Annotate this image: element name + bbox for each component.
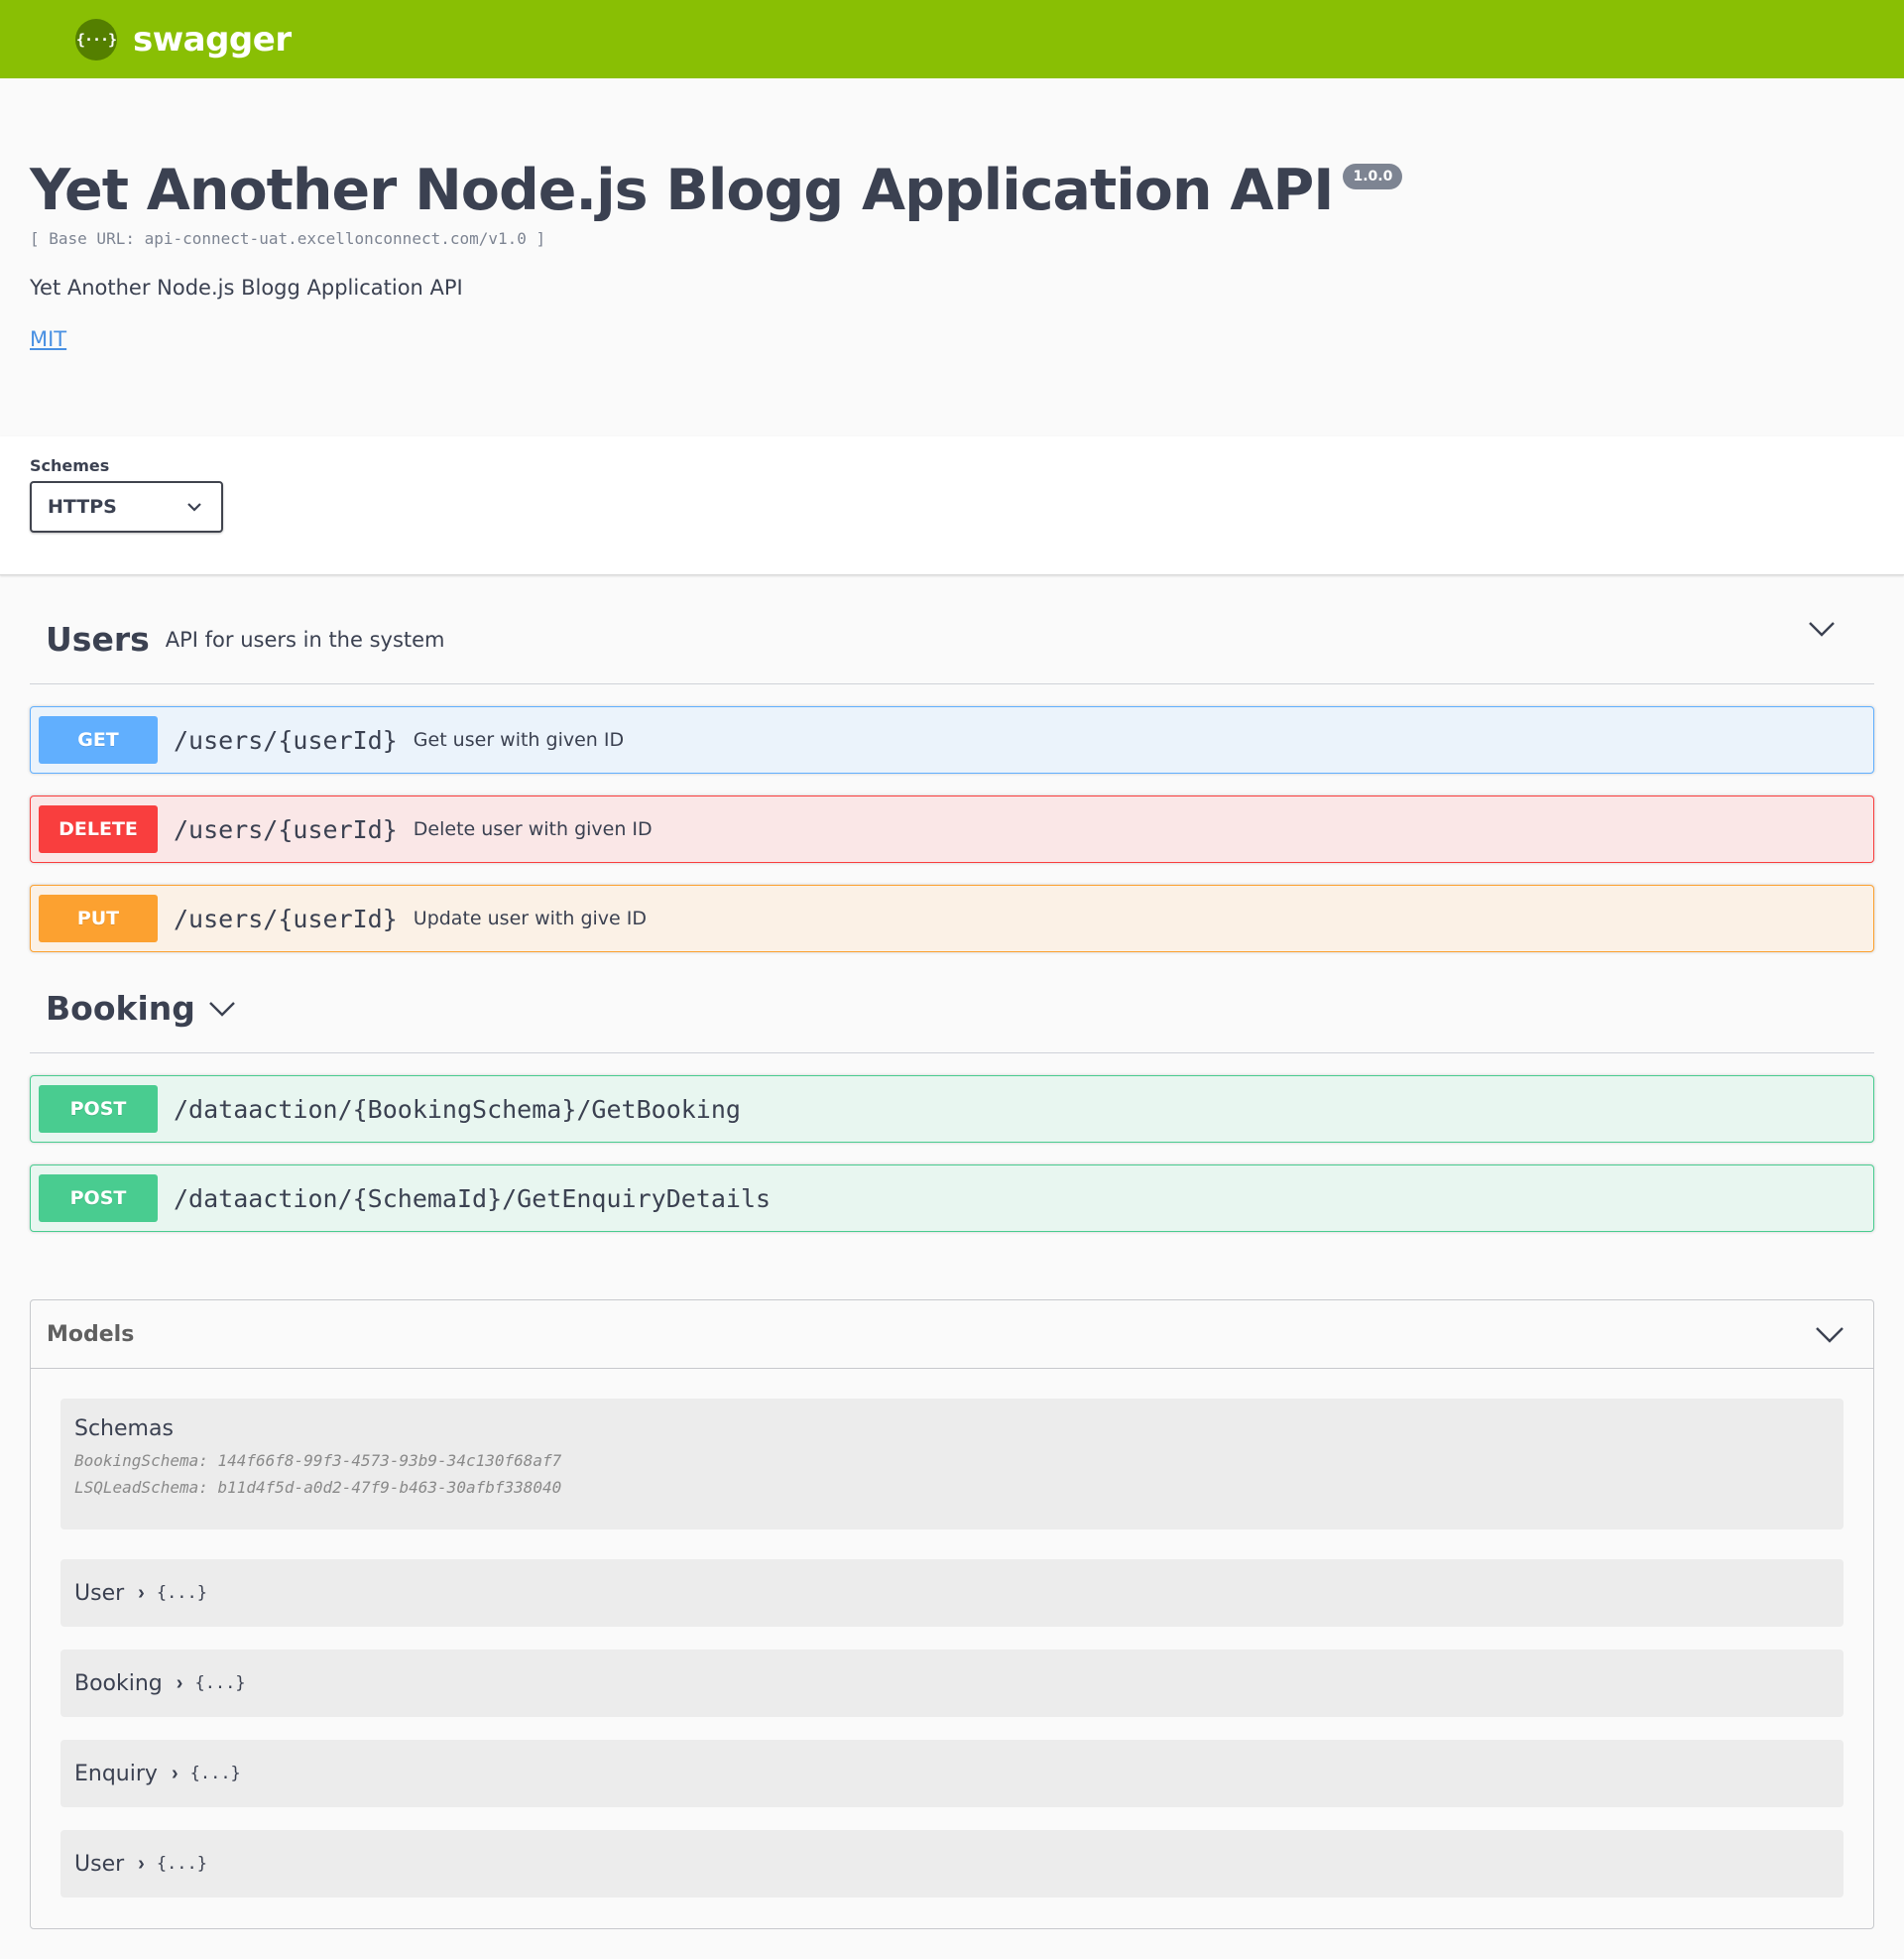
tag-description: API for users in the system (165, 627, 445, 652)
tag-section-booking: Booking POST /dataaction/{BookingSchema}… (30, 964, 1874, 1232)
model-collapsed-brace: {...} (194, 1673, 246, 1693)
api-description: Yet Another Node.js Blogg Application AP… (30, 276, 463, 300)
operation-path: /users/{userId} (174, 725, 398, 755)
swagger-logo-icon[interactable]: {···} (75, 18, 117, 61)
operation-post-get-booking[interactable]: POST /dataaction/{BookingSchema}/GetBook… (30, 1075, 1874, 1143)
model-name: User (74, 1580, 125, 1606)
operation-path: /dataaction/{SchemaId}/GetEnquiryDetails (174, 1183, 772, 1213)
schemes-section: Schemes HTTPS (0, 436, 1904, 575)
operation-path: /dataaction/{BookingSchema}/GetBooking (174, 1094, 741, 1124)
models-body: Schemas BookingSchema: 144f66f8-99f3-457… (31, 1369, 1873, 1898)
schemas-box: Schemas BookingSchema: 144f66f8-99f3-457… (60, 1399, 1844, 1530)
tag-section-users: Users API for users in the system GET /u… (30, 595, 1874, 952)
api-info: Yet Another Node.js Blogg Application AP… (0, 78, 1904, 436)
model-user[interactable]: User › {...} (60, 1559, 1844, 1627)
operation-summary: Get user with given ID (413, 729, 625, 751)
operation-delete-user[interactable]: DELETE /users/{userId} Delete user with … (30, 796, 1874, 863)
schema-line: BookingSchema: 144f66f8-99f3-4573-93b9-3… (74, 1451, 562, 1470)
schemes-label: Schemes (30, 456, 110, 475)
model-user-2[interactable]: User › {...} (60, 1830, 1844, 1898)
models-header[interactable]: Models (31, 1300, 1873, 1369)
method-badge: GET (39, 716, 158, 764)
model-booking[interactable]: Booking › {...} (60, 1650, 1844, 1717)
operation-get-user[interactable]: GET /users/{userId} Get user with given … (30, 706, 1874, 774)
schemes-select[interactable]: HTTPS (30, 481, 223, 533)
model-name: User (74, 1851, 125, 1877)
schemas-title: Schemas (74, 1416, 174, 1441)
operation-summary: Update user with give ID (413, 908, 648, 929)
operation-path: /users/{userId} (174, 904, 398, 933)
tag-header-booking[interactable]: Booking (30, 964, 1874, 1053)
chevron-right-icon[interactable]: › (172, 1763, 178, 1785)
method-badge: POST (39, 1174, 158, 1222)
method-badge: POST (39, 1085, 158, 1133)
version-badge: 1.0.0 (1343, 164, 1403, 189)
chevron-down-icon[interactable] (1809, 621, 1835, 637)
models-section: Models Schemas BookingSchema: 144f66f8-9… (30, 1299, 1874, 1929)
model-enquiry[interactable]: Enquiry › {...} (60, 1740, 1844, 1807)
chevron-right-icon[interactable]: › (138, 1582, 145, 1605)
api-title: Yet Another Node.js Blogg Application AP… (30, 158, 1334, 223)
operation-put-user[interactable]: PUT /users/{userId} Update user with giv… (30, 885, 1874, 952)
topbar: {···} swagger (0, 0, 1904, 78)
tag-header-users[interactable]: Users API for users in the system (30, 595, 1874, 684)
tag-name: Booking (46, 989, 195, 1028)
tag-name: Users (46, 620, 150, 659)
model-name: Enquiry (74, 1761, 158, 1786)
model-collapsed-brace: {...} (156, 1583, 208, 1603)
base-url: [ Base URL: api-connect-uat.excellonconn… (30, 229, 546, 248)
operation-path: /users/{userId} (174, 814, 398, 844)
chevron-down-icon (187, 502, 201, 512)
chevron-down-icon[interactable] (1816, 1326, 1844, 1343)
chevron-down-icon[interactable] (209, 1001, 235, 1017)
method-badge: DELETE (39, 805, 158, 853)
swagger-brand[interactable]: swagger (133, 20, 292, 60)
model-collapsed-brace: {...} (156, 1854, 208, 1874)
operation-summary: Delete user with given ID (413, 818, 653, 840)
model-collapsed-brace: {...} (189, 1764, 241, 1783)
schemes-selected-value: HTTPS (48, 496, 117, 518)
schema-line: LSQLeadSchema: b11d4f5d-a0d2-47f9-b463-3… (74, 1478, 562, 1497)
chevron-right-icon[interactable]: › (138, 1853, 145, 1876)
method-badge: PUT (39, 895, 158, 942)
license-link[interactable]: MIT (30, 327, 66, 351)
operation-post-get-enquiry-details[interactable]: POST /dataaction/{SchemaId}/GetEnquiryDe… (30, 1164, 1874, 1232)
chevron-right-icon[interactable]: › (177, 1672, 183, 1695)
models-title: Models (47, 1321, 135, 1347)
model-name: Booking (74, 1670, 163, 1696)
